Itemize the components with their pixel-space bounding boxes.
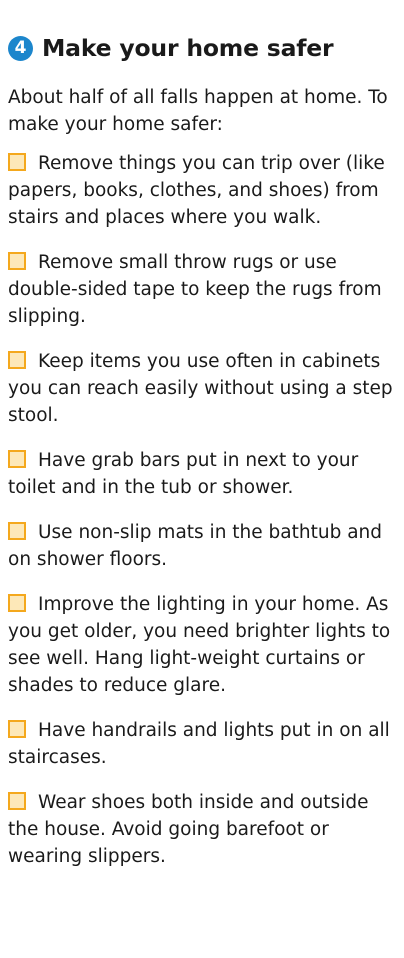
- checklist-item: Improve the lighting in your home. As yo…: [8, 591, 394, 699]
- checklist-item-text: Remove small throw rugs or use double-si…: [8, 252, 382, 327]
- intro-text: About half of all falls happen at home. …: [8, 87, 388, 135]
- checkbox-icon[interactable]: [8, 594, 26, 612]
- checklist-item-text: Remove things you can trip over (like pa…: [8, 153, 385, 228]
- checklist-item-text: Keep items you use often in cabinets you…: [8, 351, 393, 426]
- checklist-item-text: Use non-slip mats in the bathtub and on …: [8, 522, 383, 570]
- checklist-item-text: Improve the lighting in your home. As yo…: [8, 594, 391, 696]
- checklist-item: Remove small throw rugs or use double-si…: [8, 249, 394, 330]
- checkbox-icon[interactable]: [8, 153, 26, 171]
- section-title: Make your home safer: [42, 34, 334, 62]
- section-heading: 4 Make your home safer: [8, 34, 394, 62]
- checkbox-icon[interactable]: [8, 522, 26, 540]
- checklist-item: Remove things you can trip over (like pa…: [8, 150, 394, 231]
- checkbox-icon[interactable]: [8, 720, 26, 738]
- checklist-item: Have grab bars put in next to your toile…: [8, 447, 394, 501]
- checklist-item: Keep items you use often in cabinets you…: [8, 348, 394, 429]
- checklist-item-text: Wear shoes both inside and outside the h…: [8, 792, 369, 867]
- checkbox-icon[interactable]: [8, 351, 26, 369]
- checkbox-icon[interactable]: [8, 252, 26, 270]
- checklist-item-text: Have grab bars put in next to your toile…: [8, 450, 359, 498]
- checklist-item: Have handrails and lights put in on all …: [8, 717, 394, 771]
- checklist-item-text: Have handrails and lights put in on all …: [8, 720, 390, 768]
- checkbox-icon[interactable]: [8, 450, 26, 468]
- checklist-item: Wear shoes both inside and outside the h…: [8, 789, 394, 870]
- checklist-item: Use non-slip mats in the bathtub and on …: [8, 519, 394, 573]
- section-number-badge: 4: [8, 35, 33, 61]
- checkbox-icon[interactable]: [8, 792, 26, 810]
- document-page: 4 Make your home safer About half of all…: [0, 0, 404, 958]
